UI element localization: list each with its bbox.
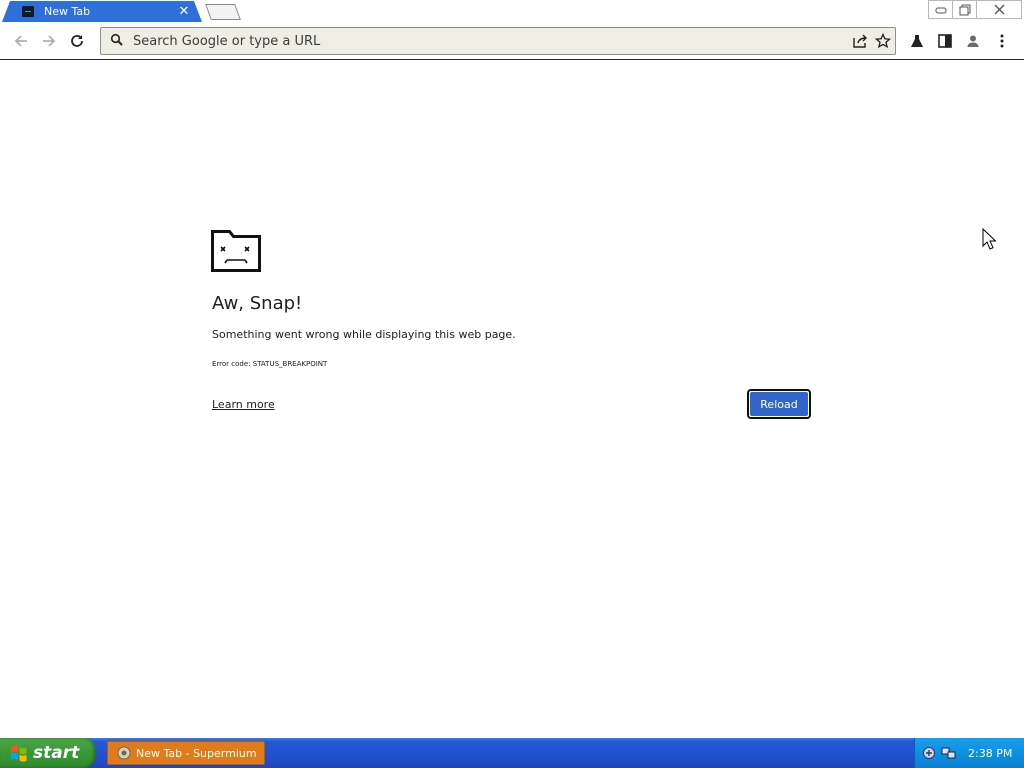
profile-button[interactable]	[963, 31, 983, 51]
labs-button[interactable]	[907, 31, 927, 51]
side-panel-icon	[938, 34, 952, 48]
back-icon	[14, 35, 27, 47]
new-tab-button[interactable]	[205, 4, 241, 20]
forward-icon	[43, 35, 56, 47]
close-icon	[994, 4, 1004, 15]
taskbar-item-supermium[interactable]: New Tab - Supermium	[107, 741, 265, 765]
mouse-cursor-icon	[982, 228, 996, 250]
omnibox[interactable]	[100, 27, 896, 55]
taskbar-item-label: New Tab - Supermium	[136, 746, 257, 760]
sad-folder-icon	[211, 230, 261, 272]
profile-icon	[967, 35, 979, 47]
restore-icon	[959, 4, 970, 15]
search-icon	[110, 33, 123, 46]
menu-button[interactable]	[992, 31, 1012, 51]
menu-icon	[1000, 34, 1004, 48]
network-icon[interactable]	[941, 746, 957, 760]
page-content: Aw, Snap! Something went wrong while dis…	[0, 60, 1024, 738]
error-message: Something went wrong while displaying th…	[212, 328, 516, 341]
learn-more-link[interactable]: Learn more	[212, 398, 275, 411]
tab-close-icon[interactable]: ✕	[176, 4, 192, 20]
window-close-button[interactable]	[976, 0, 1022, 19]
supermium-app-icon	[117, 746, 131, 760]
tray-app-icon[interactable]	[922, 746, 936, 760]
tab-new-tab[interactable]: New Tab ✕	[2, 1, 202, 22]
share-icon	[853, 34, 867, 48]
star-icon	[875, 33, 891, 49]
start-label: start	[33, 743, 80, 763]
labs-flask-icon	[911, 35, 923, 47]
browser-toolbar	[0, 22, 1024, 60]
windows-logo-icon	[11, 745, 27, 762]
reload-button-label: Reload	[750, 392, 808, 416]
forward-button[interactable]	[38, 30, 60, 52]
sad-tab-favicon-icon	[22, 6, 34, 17]
error-heading: Aw, Snap!	[212, 293, 303, 314]
taskbar: start New Tab - Supermium 2:38 PM	[0, 738, 1024, 768]
bookmark-star-button[interactable]	[874, 32, 892, 50]
omnibox-input[interactable]	[133, 31, 833, 51]
reload-icon	[71, 35, 83, 47]
clock[interactable]: 2:38 PM	[968, 747, 1012, 760]
system-tray: 2:38 PM	[914, 738, 1024, 768]
error-code: Error code: STATUS_BREAKPOINT	[212, 360, 328, 368]
minimize-button[interactable]	[928, 0, 952, 19]
share-button[interactable]	[851, 32, 869, 50]
minimize-icon	[935, 7, 946, 13]
reload-toolbar-button[interactable]	[66, 30, 88, 52]
tab-strip: New Tab ✕	[0, 0, 1024, 22]
restore-button[interactable]	[952, 0, 976, 19]
side-panel-button[interactable]	[935, 31, 955, 51]
start-button[interactable]: start	[0, 738, 96, 768]
reload-button[interactable]: Reload	[747, 389, 811, 419]
tab-title: New Tab	[44, 5, 91, 18]
back-button[interactable]	[10, 30, 32, 52]
